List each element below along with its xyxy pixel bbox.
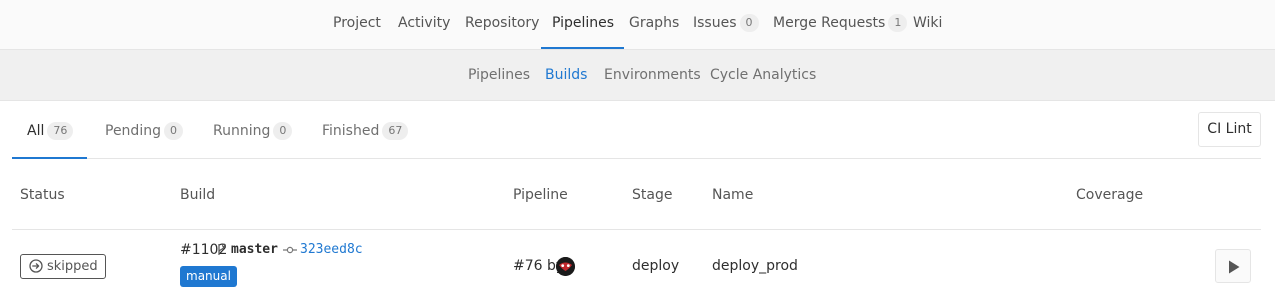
tab-all-label: All [27, 123, 45, 139]
tab-running-label: Running [213, 123, 271, 139]
avatar-image [556, 257, 575, 276]
user-avatar[interactable] [556, 257, 575, 276]
tab-finished-count: 67 [382, 122, 409, 140]
status-label: skipped [47, 259, 98, 274]
subnav-pipelines[interactable]: Pipelines [468, 50, 530, 101]
status-skipped-icon [29, 259, 43, 273]
col-build: Build [180, 187, 216, 203]
job-name-cell: deploy_prod [712, 258, 798, 274]
manual-badge: manual [180, 266, 237, 287]
col-coverage: Coverage [1076, 187, 1144, 203]
col-pipeline: Pipeline [513, 187, 568, 203]
tab-pending[interactable]: Pending 0 [105, 101, 183, 159]
tab-finished[interactable]: Finished 67 [322, 101, 409, 159]
pipeline-link[interactable]: #76 [513, 258, 543, 274]
subnav-builds[interactable]: Builds [545, 50, 587, 101]
commit-icon [283, 246, 297, 254]
branch-ref-link[interactable]: master [231, 240, 278, 260]
project-nav: Project Activity Repository Pipelines Gr… [0, 0, 1275, 50]
stage-cell: deploy [632, 258, 680, 274]
branch-icon [218, 243, 226, 255]
tab-running-count: 0 [273, 122, 293, 140]
play-button[interactable] [1215, 249, 1251, 283]
play-icon [1229, 260, 1240, 274]
nav-pipelines[interactable]: Pipelines [541, 0, 625, 49]
nav-wiki[interactable]: Wiki [913, 0, 942, 49]
ci-lint-button[interactable]: CI Lint [1198, 112, 1261, 147]
tab-pending-count: 0 [163, 122, 183, 140]
nav-merge-requests-count: 1 [888, 14, 908, 32]
subnav-cycle-analytics[interactable]: Cycle Analytics [710, 50, 816, 101]
nav-issues-count: 0 [739, 14, 759, 32]
build-scope-tabs: All 76 Pending 0 Running 0 Finished 67 [12, 101, 1261, 159]
tab-all-count: 76 [47, 122, 74, 140]
commit-sha-link[interactable]: 323eed8c [300, 240, 363, 260]
nav-project[interactable]: Project [333, 0, 381, 49]
col-stage: Stage [632, 187, 673, 203]
col-status: Status [20, 187, 65, 203]
nav-issues-label: Issues [693, 15, 737, 31]
tab-finished-label: Finished [322, 123, 380, 139]
builds-table-header: Status Build Pipeline Stage Name Coverag… [12, 159, 1261, 230]
nav-graphs[interactable]: Graphs [629, 0, 679, 49]
tab-all[interactable]: All 76 [12, 101, 87, 159]
subnav-environments[interactable]: Environments [604, 50, 701, 101]
pipelines-subnav: Pipelines Builds Environments Cycle Anal… [0, 50, 1275, 101]
nav-merge-requests[interactable]: Merge Requests 1 [773, 0, 908, 49]
nav-issues[interactable]: Issues 0 [693, 0, 759, 49]
tab-running[interactable]: Running 0 [213, 101, 293, 159]
nav-activity[interactable]: Activity [398, 0, 450, 49]
nav-merge-requests-label: Merge Requests [773, 15, 886, 31]
col-name: Name [712, 187, 754, 203]
tab-pending-label: Pending [105, 123, 161, 139]
status-badge[interactable]: skipped [20, 254, 106, 279]
nav-repository[interactable]: Repository [465, 0, 539, 49]
